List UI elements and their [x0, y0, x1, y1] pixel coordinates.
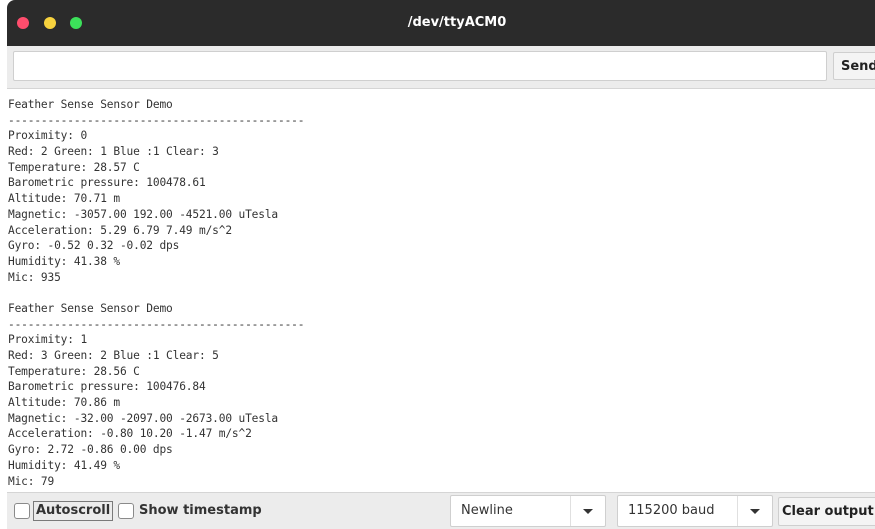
- output-line: ----------------------------------------…: [8, 317, 305, 331]
- serial-input[interactable]: [13, 51, 827, 81]
- baud-rate-value: 115200 baud: [628, 503, 715, 518]
- show-timestamp-checkbox[interactable]: [118, 503, 134, 519]
- autoscroll-label[interactable]: Autoscroll: [33, 501, 114, 521]
- output-line: Gyro: 2.72 -0.86 0.00 dps: [8, 443, 173, 457]
- output-line: Magnetic: -3057.00 192.00 -4521.00 uTesl…: [8, 207, 279, 221]
- send-row: Send: [7, 46, 875, 86]
- output-line: ----------------------------------------…: [8, 113, 305, 127]
- output-line: Red: 2 Green: 1 Blue :1 Clear: 3: [8, 145, 219, 159]
- bottom-toolbar: Autoscroll Show timestamp Newline 115200…: [7, 493, 875, 529]
- output-line: Mic: 79: [8, 474, 55, 488]
- title-bar: /dev/ttyACM0: [7, 0, 875, 46]
- autoscroll-checkbox[interactable]: [14, 503, 30, 519]
- serial-output-lines: Feather Sense Sensor Demo ---------------…: [7, 89, 875, 489]
- output-line: Altitude: 70.86 m: [8, 396, 120, 410]
- serial-monitor-window: /dev/ttyACM0 Send Feather Sense Sensor D…: [7, 0, 875, 529]
- output-line: Gyro: -0.52 0.32 -0.02 dps: [8, 239, 180, 253]
- chevron-down-icon[interactable]: [737, 496, 772, 526]
- output-line: Altitude: 70.71 m: [8, 192, 120, 206]
- send-button[interactable]: Send: [833, 52, 875, 80]
- output-line: Mic: 935: [8, 270, 61, 284]
- output-line: Proximity: 1: [8, 333, 88, 347]
- window-title: /dev/ttyACM0: [407, 15, 507, 30]
- line-ending-select[interactable]: Newline: [450, 495, 606, 527]
- output-line: Acceleration: -0.80 10.20 -1.47 m/s^2: [8, 427, 252, 441]
- output-line: Feather Sense Sensor Demo: [8, 301, 173, 315]
- output-line: Humidity: 41.38 %: [8, 254, 120, 268]
- output-line: Feather Sense Sensor Demo: [8, 98, 173, 111]
- output-line: Magnetic: -32.00 -2097.00 -2673.00 uTesl…: [8, 411, 279, 425]
- output-line: Acceleration: 5.29 6.79 7.49 m/s^2: [8, 223, 232, 237]
- output-line: Red: 3 Green: 2 Blue :1 Clear: 5: [8, 349, 219, 362]
- clear-output-button[interactable]: Clear output: [778, 497, 875, 526]
- output-line: Humidity: 41.49 %: [8, 458, 120, 472]
- output-line: Proximity: 0: [8, 129, 88, 143]
- output-line: Barometric pressure: 100476.84: [8, 380, 206, 394]
- output-line: Temperature: 28.56 C: [8, 364, 140, 378]
- output-line: Barometric pressure: 100478.61: [8, 176, 206, 190]
- show-timestamp-label[interactable]: Show timestamp: [139, 502, 262, 520]
- serial-output[interactable]: Feather Sense Sensor Demo ---------------…: [7, 88, 875, 493]
- baud-rate-select[interactable]: 115200 baud: [617, 495, 773, 527]
- output-line: Temperature: 28.57 C: [8, 160, 140, 174]
- line-ending-value: Newline: [461, 503, 513, 518]
- chevron-down-icon[interactable]: [570, 496, 605, 526]
